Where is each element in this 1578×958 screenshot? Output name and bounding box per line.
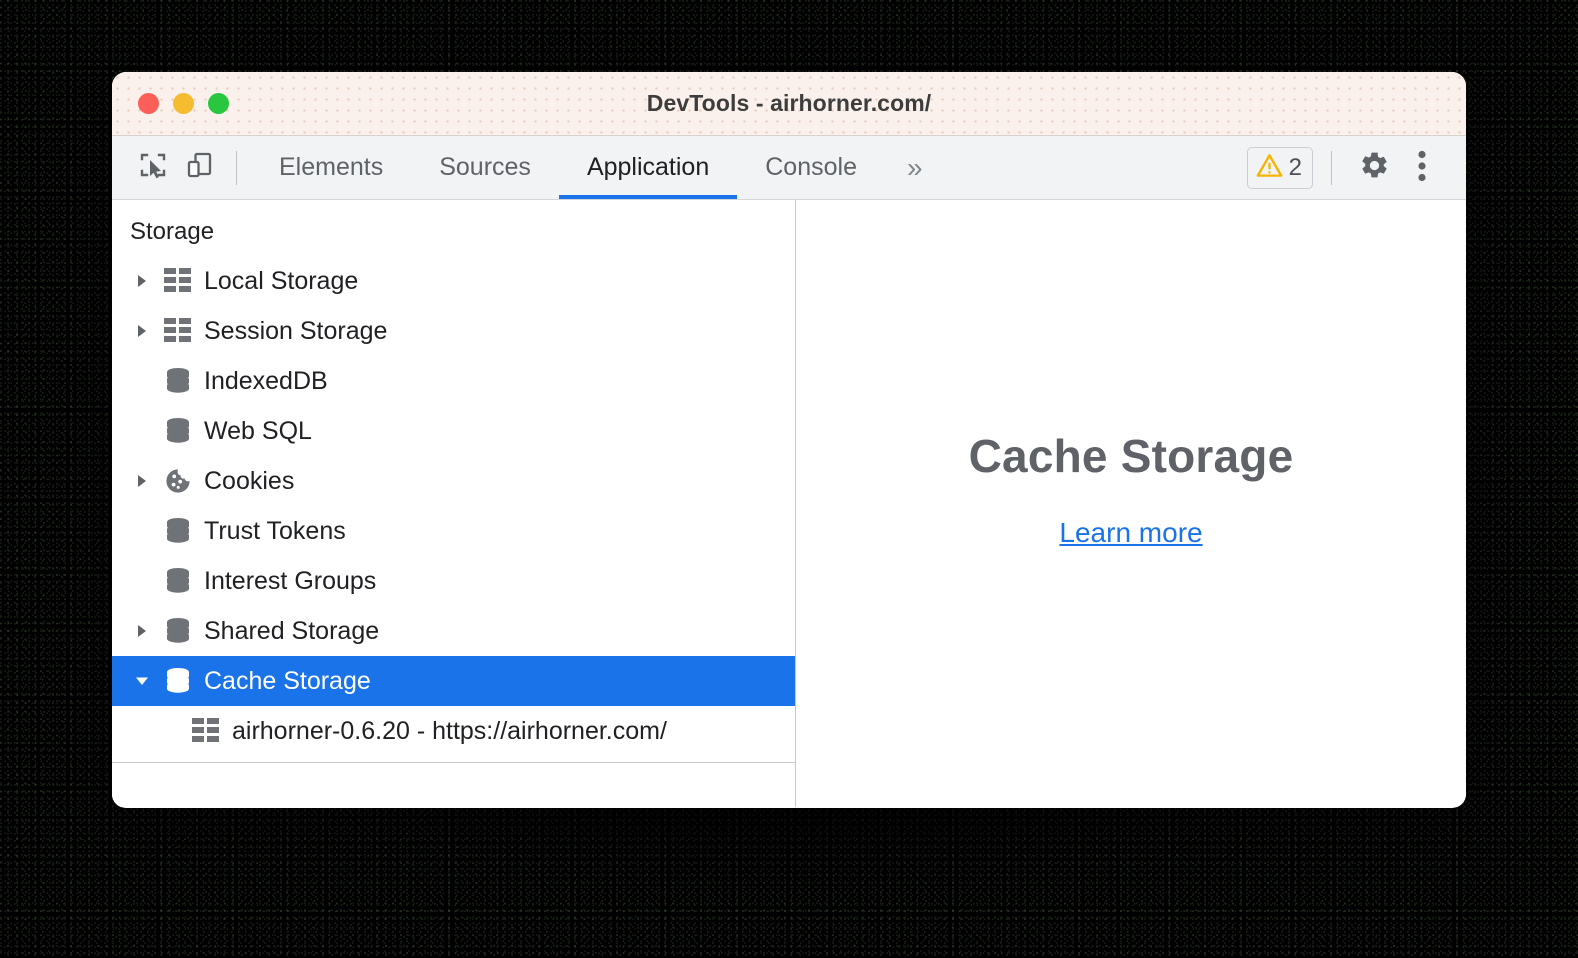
sidebar-item-trust-tokens[interactable]: Trust Tokens <box>112 506 795 556</box>
minimize-window-button[interactable] <box>173 93 194 114</box>
learn-more-link[interactable]: Learn more <box>1059 517 1202 549</box>
database-icon <box>164 667 204 695</box>
table-icon <box>192 718 232 744</box>
chevron-right-icon[interactable] <box>134 623 164 639</box>
warning-count: 2 <box>1288 154 1302 181</box>
toolbar-right-divider <box>1331 151 1332 185</box>
database-icon <box>164 567 204 595</box>
devtools-window: DevTools - airhorner.com/ Elements Sourc… <box>112 72 1466 808</box>
chevron-right-icon[interactable] <box>134 473 164 489</box>
gear-icon <box>1359 150 1390 186</box>
sidebar-item-cache-storage[interactable]: Cache Storage <box>112 656 795 706</box>
device-toolbar-button[interactable] <box>176 145 222 191</box>
sidebar-bottom-divider <box>112 762 795 763</box>
sidebar-item-label: Local Storage <box>204 266 359 295</box>
sidebar-item-cookies[interactable]: Cookies <box>112 456 795 506</box>
warning-count-badge[interactable]: 2 <box>1246 147 1313 189</box>
window-titlebar: DevTools - airhorner.com/ <box>112 72 1466 136</box>
settings-button[interactable] <box>1350 144 1398 192</box>
application-panel: Storage Local Storage Session Storage In… <box>112 200 1466 807</box>
database-icon <box>164 617 204 645</box>
devtools-toolbar: Elements Sources Application Console » 2 <box>112 136 1466 200</box>
more-tabs-button[interactable]: » <box>885 136 945 199</box>
toolbar-divider <box>236 150 237 185</box>
sidebar-item-label: Cache Storage <box>204 666 371 695</box>
tab-console-label: Console <box>765 153 857 181</box>
three-dot-menu-icon <box>1417 149 1427 188</box>
sidebar-item-label: Shared Storage <box>204 616 380 645</box>
tab-elements-label: Elements <box>279 153 384 181</box>
tab-application-label: Application <box>586 153 710 181</box>
tab-sources[interactable]: Sources <box>411 136 559 199</box>
inspect-element-icon <box>138 150 168 185</box>
close-window-button[interactable] <box>138 93 159 114</box>
sidebar-item-local-storage[interactable]: Local Storage <box>112 256 795 306</box>
panel-tabs: Elements Sources Application Console » <box>251 136 945 199</box>
sidebar-item-label: airhorner-0.6.20 - https://airhorner.com… <box>232 716 667 745</box>
tab-sources-label: Sources <box>439 153 531 181</box>
database-icon <box>164 417 204 445</box>
sidebar-item-label: IndexedDB <box>204 366 328 395</box>
storage-sidebar: Storage Local Storage Session Storage In… <box>112 200 796 807</box>
sidebar-item-cache-entry[interactable]: airhorner-0.6.20 - https://airhorner.com… <box>112 706 795 756</box>
chevron-double-right-icon: » <box>906 151 923 183</box>
storage-tree: Local Storage Session Storage IndexedDB … <box>112 256 795 756</box>
detail-pane: Cache Storage Learn more <box>796 200 1466 807</box>
inspect-element-button[interactable] <box>130 145 176 191</box>
table-icon <box>164 318 204 344</box>
sidebar-item-session-storage[interactable]: Session Storage <box>112 306 795 356</box>
warning-triangle-icon <box>1256 152 1283 184</box>
sidebar-item-label: Cookies <box>204 466 295 495</box>
sidebar-item-web-sql[interactable]: Web SQL <box>112 406 795 456</box>
zoom-window-button[interactable] <box>208 93 229 114</box>
sidebar-item-indexeddb[interactable]: IndexedDB <box>112 356 795 406</box>
sidebar-item-shared-storage[interactable]: Shared Storage <box>112 606 795 656</box>
database-icon <box>164 367 204 395</box>
tab-application[interactable]: Application <box>558 136 738 199</box>
database-icon <box>164 517 204 545</box>
chevron-down-icon[interactable] <box>134 673 164 689</box>
sidebar-section-title: Storage <box>130 218 215 245</box>
chevron-right-icon[interactable] <box>134 273 164 289</box>
window-title: DevTools - airhorner.com/ <box>646 90 932 116</box>
table-icon <box>164 268 204 294</box>
sidebar-item-label: Trust Tokens <box>204 516 346 545</box>
tab-elements[interactable]: Elements <box>251 136 411 199</box>
sidebar-item-label: Session Storage <box>204 316 388 345</box>
toolbar-right-group: 2 <box>1246 136 1446 200</box>
traffic-lights <box>138 72 229 135</box>
more-options-button[interactable] <box>1398 144 1446 192</box>
detail-title: Cache Storage <box>968 429 1294 482</box>
sidebar-item-label: Web SQL <box>204 416 312 445</box>
sidebar-item-label: Interest Groups <box>204 566 377 595</box>
cookie-icon <box>164 467 204 495</box>
sidebar-item-interest-groups[interactable]: Interest Groups <box>112 556 795 606</box>
tab-console[interactable]: Console <box>737 136 885 199</box>
device-toolbar-icon <box>184 150 214 185</box>
chevron-right-icon[interactable] <box>134 323 164 339</box>
